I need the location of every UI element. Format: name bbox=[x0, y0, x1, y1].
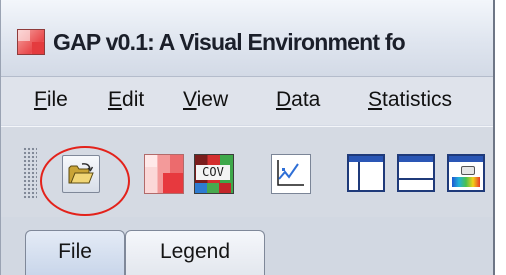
color-settings-button[interactable] bbox=[447, 154, 485, 192]
window-title: GAP v0.1: A Visual Environment fo bbox=[53, 29, 406, 55]
app-heatmap-icon[interactable] bbox=[17, 29, 45, 55]
covariance-icon-label: COV bbox=[196, 165, 230, 180]
open-folder-icon bbox=[68, 163, 94, 184]
heatmap-button[interactable] bbox=[144, 154, 184, 194]
line-chart-button[interactable] bbox=[271, 154, 311, 194]
menu-view[interactable]: View bbox=[183, 88, 228, 112]
menu-view-mnemonic: V bbox=[183, 88, 197, 111]
menu-statistics-label: tatistics bbox=[382, 88, 453, 111]
menu-file[interactable]: File bbox=[34, 88, 68, 112]
tab-legend[interactable]: Legend bbox=[125, 230, 265, 275]
menu-file-label: ile bbox=[46, 88, 68, 111]
menu-file-mnemonic: F bbox=[34, 88, 47, 111]
app-window: GAP v0.1: A Visual Environment fo File E… bbox=[0, 0, 495, 275]
menu-data-label: ata bbox=[291, 88, 321, 111]
menu-statistics-mnemonic: S bbox=[368, 88, 383, 111]
menu-view-label: iew bbox=[196, 88, 229, 111]
toolbar: COV bbox=[1, 126, 495, 218]
menu-edit[interactable]: Edit bbox=[108, 88, 144, 112]
layout-bottom-panel-button[interactable] bbox=[397, 154, 435, 192]
menu-data[interactable]: Data bbox=[276, 88, 320, 112]
open-file-button[interactable] bbox=[62, 155, 100, 193]
covariance-button[interactable]: COV bbox=[194, 154, 234, 194]
menu-statistics[interactable]: Statistics bbox=[368, 88, 452, 112]
menu-bar: File Edit View Data Statistics bbox=[1, 77, 495, 125]
layout-left-panel-button[interactable] bbox=[347, 154, 385, 192]
menu-data-mnemonic: D bbox=[276, 88, 292, 111]
toolbar-grip-handle[interactable] bbox=[23, 147, 37, 199]
tab-strip: File Legend bbox=[1, 217, 495, 275]
title-bar[interactable]: GAP v0.1: A Visual Environment fo bbox=[1, 0, 495, 77]
line-chart-icon bbox=[277, 160, 304, 186]
tab-file[interactable]: File bbox=[25, 230, 125, 275]
menu-edit-label: dit bbox=[122, 88, 145, 111]
color-settings-icon bbox=[461, 166, 475, 175]
menu-edit-mnemonic: E bbox=[108, 88, 123, 111]
